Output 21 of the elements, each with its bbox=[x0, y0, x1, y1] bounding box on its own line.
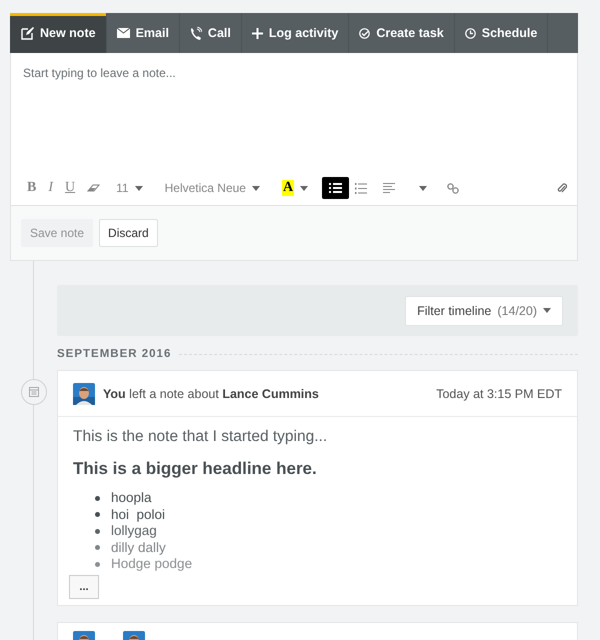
tab[interactable]: New note bbox=[10, 13, 107, 53]
month-heading: SEPTEMBER 2016 bbox=[57, 348, 172, 360]
italic-button[interactable]: I bbox=[42, 177, 60, 199]
text-color-dropdown[interactable]: A bbox=[276, 177, 314, 199]
font-family-dropdown[interactable]: Helvetica Neue bbox=[158, 177, 266, 199]
list-item: hoi poloi bbox=[111, 506, 166, 523]
note-headline: This is a bigger headline here. bbox=[73, 459, 318, 479]
list-item: dilly dally bbox=[111, 540, 166, 556]
font-size-dropdown[interactable]: 11 bbox=[110, 177, 149, 199]
filter-dropdown[interactable]: Filter timeline (14/20) bbox=[405, 296, 563, 326]
note-input[interactable]: Start typing to leave a note... bbox=[10, 53, 578, 171]
list-item: Hodge podge bbox=[111, 556, 192, 572]
list-item: hoopla bbox=[111, 490, 152, 506]
bold-button[interactable]: B bbox=[21, 177, 42, 199]
entry-summary: You left a note about Lance Cummins bbox=[103, 386, 320, 400]
entry-time: Today at 3:15 PM EDT bbox=[436, 386, 562, 400]
more-button[interactable]: ... bbox=[69, 574, 99, 598]
list-item: lollygag bbox=[111, 523, 157, 540]
discard-button[interactable]: Discard bbox=[99, 219, 158, 247]
underline-button[interactable]: U bbox=[59, 177, 82, 199]
note-text: This is the note that I started typing... bbox=[73, 428, 328, 446]
